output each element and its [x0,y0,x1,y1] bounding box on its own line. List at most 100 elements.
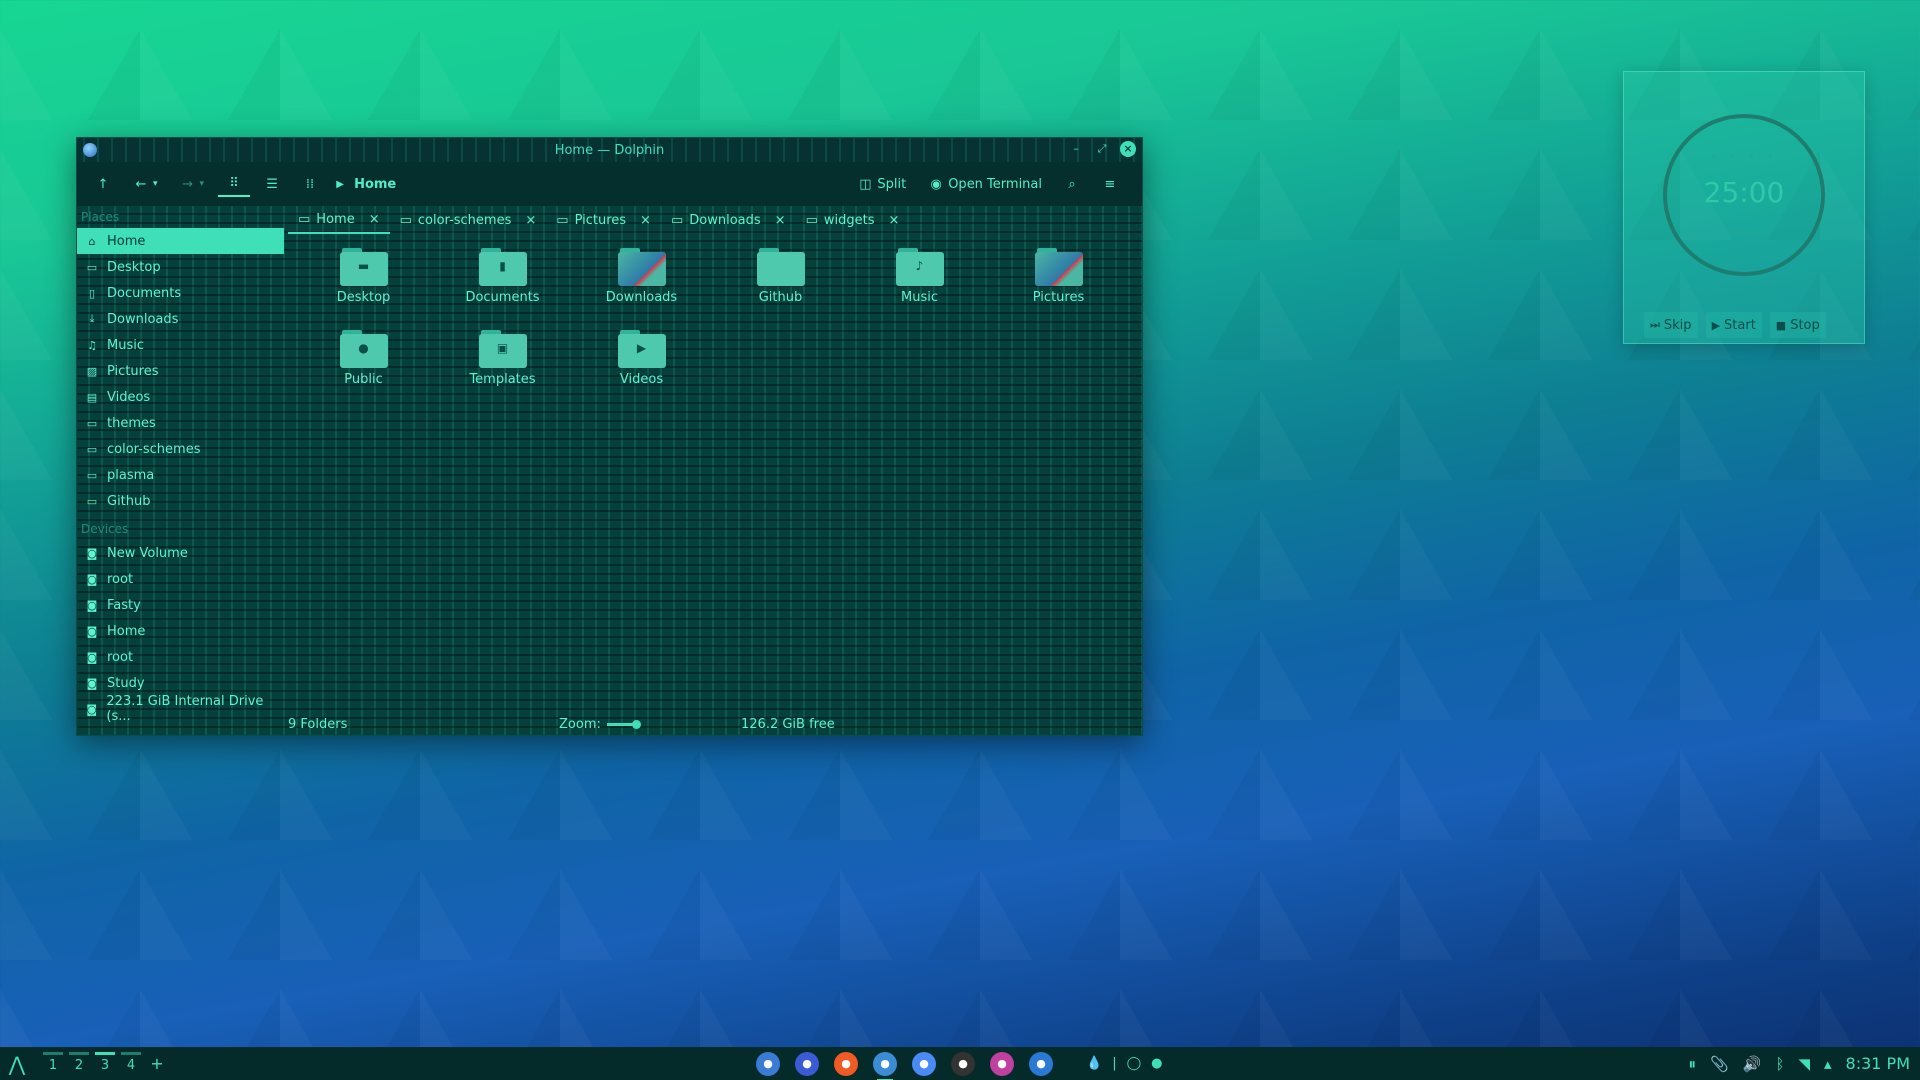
icons-view-button[interactable]: ⠿ [218,171,251,197]
minimize-icon[interactable]: – [1068,141,1084,157]
folder-label: Desktop [336,290,391,305]
menu-button[interactable]: ≡ [1094,172,1126,196]
device-item[interactable]: ◙ root [77,566,284,592]
mail-icon[interactable]: ● [795,1051,819,1076]
vscode-icon[interactable]: ● [1029,1051,1053,1076]
desktop-switch[interactable]: 3 [92,1052,118,1073]
start-button[interactable]: ▶ Start [1705,312,1762,338]
circle-icon[interactable]: ◯ [1127,1056,1142,1071]
breadcrumb[interactable]: Home [354,177,396,192]
terminal-label: Open Terminal [948,176,1042,192]
folder-item[interactable]: ▶ Videos [572,328,711,404]
chevron-up-icon[interactable]: ▴ [1824,1055,1832,1073]
moon-icon[interactable]: ● [1151,1056,1162,1071]
clipboard-icon[interactable]: 📎 [1710,1055,1729,1073]
device-item[interactable]: ◙ Study [77,670,284,696]
device-item[interactable]: ◙ New Volume [77,540,284,566]
bluetooth-icon[interactable]: ᛒ [1775,1055,1784,1073]
folder-item[interactable]: ● Public [294,328,433,404]
forward-button[interactable]: → ▾ [172,172,213,196]
zoom-control[interactable]: Zoom: [559,716,641,732]
close-tab-icon[interactable]: × [525,213,536,228]
place-item[interactable]: ⤓ Downloads [77,306,284,332]
split-button[interactable]: ◫ Split [849,172,914,196]
folder-item[interactable]: ▬ Desktop [294,246,433,322]
stop-button[interactable]: ■ Stop [1769,312,1826,338]
volume-icon[interactable]: 🔊 [1743,1055,1762,1073]
place-item[interactable]: ♫ Music [77,332,284,358]
close-tab-icon[interactable]: × [888,213,899,228]
chromium-icon[interactable]: ● [912,1051,936,1076]
grid-view-icon: ⠿ [229,175,239,191]
compact-view-button[interactable]: ⁞⁞ [294,172,326,196]
search-button[interactable]: ⌕ [1056,172,1088,196]
device-item[interactable]: ◙ root [77,644,284,670]
place-item[interactable]: ▭ color-schemes [77,436,284,462]
task-manager: ● ● ● ● ● ● ● ● [756,1051,1053,1080]
zoom-slider[interactable] [606,719,641,729]
folder-icon: ▭ [556,212,569,228]
skip-icon: ⏭ [1650,318,1660,331]
tab[interactable]: ▭ Downloads × [661,206,796,234]
droplet-icon[interactable]: 💧 [1086,1056,1102,1071]
folder-item[interactable]: Github [711,246,850,322]
folder-item[interactable]: ▮ Documents [433,246,572,322]
zoom-slider-handle[interactable] [631,719,641,729]
inkscape-icon[interactable]: ● [951,1051,975,1076]
close-tab-icon[interactable]: × [640,213,651,228]
tab[interactable]: ▭ widgets × [796,206,910,234]
dolphin-icon[interactable]: ● [873,1051,897,1080]
desktop-switch[interactable]: 2 [66,1052,92,1073]
dolphin-app-icon[interactable] [83,143,97,157]
place-item[interactable]: ▭ themes [77,410,284,436]
place-item[interactable]: ▯ Documents [77,280,284,306]
gimp-icon[interactable]: ● [990,1051,1014,1076]
folder-item[interactable]: ▣ Templates [433,328,572,404]
folder-icon: ▣ [478,328,527,368]
back-button[interactable]: ← ▾ [125,172,166,196]
open-terminal-button[interactable]: ◉ Open Terminal [920,172,1050,196]
folder-icon: ▭ [86,468,98,482]
document-icon: ▯ [88,286,96,300]
add-desktop-button[interactable]: + [144,1054,170,1073]
device-item[interactable]: ◙ Fasty [77,592,284,618]
clock[interactable]: 8:31 PM [1846,1054,1910,1073]
place-item[interactable]: ▭ Desktop [77,254,284,280]
desktop-switch[interactable]: 4 [118,1052,144,1073]
drive-icon: ◙ [86,650,98,664]
up-button[interactable]: ↑ [87,172,119,196]
tab[interactable]: ▭ Home × [288,206,390,234]
folder-item[interactable]: Downloads [572,246,711,322]
folder-label: Github [758,290,803,305]
files-icon[interactable]: ● [756,1051,780,1076]
maximize-icon[interactable]: ⤢ [1094,141,1110,157]
place-item[interactable]: ▭ Github [77,488,284,514]
wifi-icon[interactable]: ◥ [1798,1055,1810,1073]
file-view[interactable]: ▭ Home × ▭ color-schemes × ▭ Pictures × ▭ Download… [284,206,1142,735]
arrow-left-icon: ← [135,176,147,192]
tray-widgets: 💧 | ◯ ● [1086,1056,1162,1071]
place-item[interactable]: ▭ plasma [77,462,284,488]
tab[interactable]: ▭ color-schemes × [390,206,547,234]
home-icon: ⌂ [88,234,96,248]
device-item[interactable]: ◙ Home [77,618,284,644]
place-item[interactable]: ▤ Videos [77,384,284,410]
place-item-label: Videos [107,389,151,405]
zoom-label: Zoom: [559,716,601,732]
close-tab-icon[interactable]: × [369,212,380,227]
skip-button[interactable]: ⏭ Skip [1644,312,1698,338]
brave-icon[interactable]: ● [834,1051,858,1076]
folder-item[interactable]: ♪ Music [850,246,989,322]
close-tab-icon[interactable]: × [775,213,786,228]
window-titlebar[interactable]: Home — Dolphin – ⤢ × [77,138,1142,162]
close-icon[interactable]: × [1120,141,1136,157]
place-item[interactable]: ▨ Pictures [77,358,284,384]
tab[interactable]: ▭ Pictures × [546,206,661,234]
app-launcher-icon[interactable]: ⋀ [6,1053,28,1075]
details-view-button[interactable]: ☰ [256,172,288,196]
place-item[interactable]: ⌂ Home [77,228,284,254]
desktop-switch[interactable]: 1 [40,1052,66,1073]
folder-item[interactable]: Pictures [989,246,1128,322]
dolphin-window[interactable]: Home — Dolphin – ⤢ × ↑ ← ▾ → ▾ ⠿ ☰ ⁞⁞ ▶ Ho… [76,137,1143,736]
pause-icon[interactable]: ⏸ [1689,1055,1697,1073]
